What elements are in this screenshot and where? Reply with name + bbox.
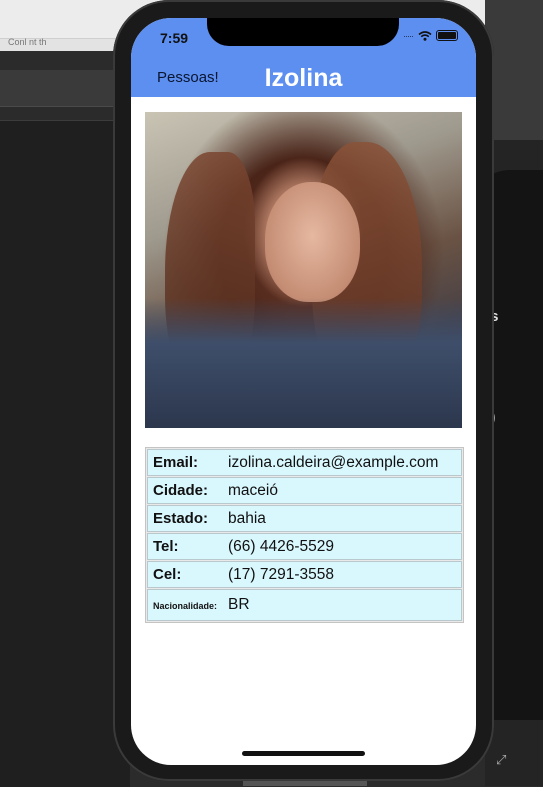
info-value: (66) 4426-5529 bbox=[228, 537, 334, 555]
home-indicator[interactable] bbox=[242, 751, 365, 756]
info-label: Cel: bbox=[153, 566, 182, 583]
background-toolbar bbox=[0, 70, 130, 107]
info-value: BR bbox=[228, 596, 250, 613]
navigation-bar: Pessoas! Izolina bbox=[131, 62, 476, 97]
person-info-table: Email: izolina.caldeira@example.com Cida… bbox=[145, 447, 464, 623]
info-row-city: Cidade: maceió bbox=[147, 477, 462, 504]
status-bar: 7:59 ····· bbox=[131, 18, 476, 62]
page-title: Izolina bbox=[264, 64, 343, 92]
info-row-email: Email: izolina.caldeira@example.com bbox=[147, 449, 462, 476]
info-row-phone: Tel: (66) 4426-5529 bbox=[147, 533, 462, 560]
info-label: Email: bbox=[153, 454, 199, 471]
signal-dots-icon: ····· bbox=[403, 30, 414, 41]
notch bbox=[207, 18, 399, 46]
info-row-state: Estado: bahia bbox=[147, 505, 462, 532]
info-value: maceió bbox=[228, 481, 278, 499]
info-label: Tel: bbox=[153, 538, 179, 555]
info-value: bahia bbox=[228, 509, 266, 527]
background-tab[interactable]: Conl nt th bbox=[0, 37, 120, 51]
wifi-icon bbox=[418, 30, 432, 41]
photo-detail bbox=[145, 298, 462, 428]
background-tab-label: Conl nt th bbox=[8, 37, 47, 47]
info-label: Nacionalidade: bbox=[153, 601, 218, 611]
info-label: Cidade: bbox=[153, 482, 209, 499]
battery-icon bbox=[436, 30, 458, 41]
photo-detail bbox=[265, 182, 360, 302]
background-editor bbox=[0, 120, 130, 787]
profile-photo bbox=[145, 112, 462, 428]
status-icons: ····· bbox=[403, 30, 458, 41]
info-value: (17) 7291-3558 bbox=[228, 565, 334, 583]
expand-icon[interactable]: ⤢ bbox=[496, 752, 506, 768]
status-time: 7:59 bbox=[160, 30, 189, 46]
info-row-nationality: Nacionalidade: BR bbox=[147, 589, 462, 621]
info-label: Estado: bbox=[153, 510, 209, 527]
info-value: izolina.caldeira@example.com bbox=[228, 453, 439, 471]
info-row-cell: Cel: (17) 7291-3558 bbox=[147, 561, 462, 588]
phone-screen: 7:59 ····· Pessoas! Izolina Email: izoli… bbox=[131, 18, 476, 765]
